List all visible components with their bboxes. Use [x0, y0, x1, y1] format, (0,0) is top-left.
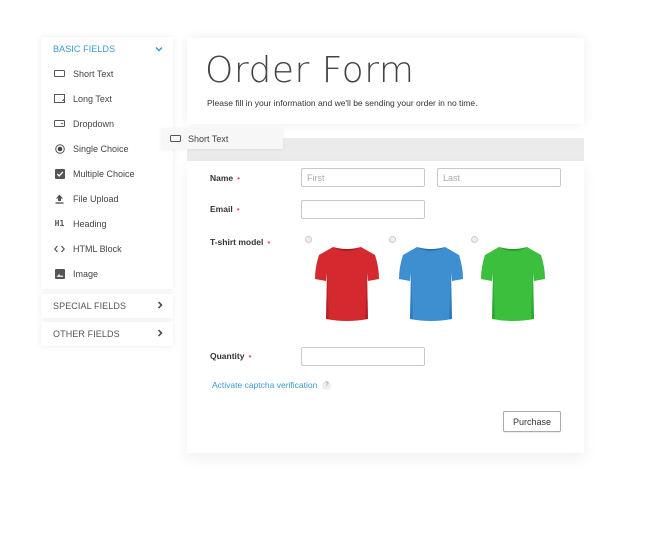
last-name-input[interactable]: [437, 168, 561, 187]
field-item-image[interactable]: Image: [41, 261, 173, 286]
name-label-text: Name: [210, 173, 234, 183]
green-tshirt-image[interactable]: [479, 243, 547, 323]
form-subtitle: Please fill in your information and we'l…: [207, 98, 478, 108]
image-icon: [54, 268, 65, 279]
required-marker: •: [237, 173, 241, 183]
email-input[interactable]: [301, 200, 425, 219]
chevron-down-icon: [155, 44, 163, 55]
form-title: Order Form: [205, 50, 415, 91]
chevron-right-icon: [157, 328, 163, 340]
special-fields-header[interactable]: SPECIAL FIELDS: [41, 294, 173, 318]
dropdown-icon: [54, 118, 65, 129]
blue-tshirt-body: [399, 247, 463, 321]
radio-icon: [54, 143, 65, 154]
red-tshirt-body: [315, 247, 379, 321]
field-item-label: Long Text: [73, 93, 112, 104]
blue-tshirt-radio[interactable]: [389, 236, 396, 243]
captcha-link-text[interactable]: Activate captcha verification: [212, 380, 317, 390]
required-marker: •: [267, 237, 271, 247]
field-item-dropdown[interactable]: Dropdown: [41, 111, 173, 136]
chevron-right-icon: [157, 300, 163, 312]
green-tshirt-radio[interactable]: [471, 236, 478, 243]
form-body-card: Name• Email• T-shirt model• Quantity• Ac…: [187, 161, 584, 453]
purchase-button[interactable]: Purchase: [503, 411, 561, 432]
field-item-label: Single Choice: [73, 143, 129, 154]
upload-icon: [54, 193, 65, 204]
field-item-heading[interactable]: H1 Heading: [41, 211, 173, 236]
field-palette-sidebar: BASIC FIELDS Short Text Long Text Dropdo…: [41, 37, 173, 346]
heading-icon: H1: [54, 219, 65, 228]
field-item-label: Dropdown: [73, 118, 115, 129]
quantity-input[interactable]: [301, 347, 425, 366]
required-marker: •: [248, 351, 252, 361]
special-fields-panel[interactable]: SPECIAL FIELDS: [41, 294, 173, 318]
other-fields-header[interactable]: OTHER FIELDS: [41, 322, 173, 346]
tshirt-model-label-text: T-shirt model: [210, 237, 264, 247]
field-item-label: File Upload: [73, 193, 119, 204]
code-icon: [54, 243, 65, 254]
quantity-label-text: Quantity: [210, 351, 245, 361]
basic-fields-title: BASIC FIELDS: [53, 44, 116, 54]
tshirt-model-label: T-shirt model •: [210, 237, 270, 247]
red-tshirt-radio[interactable]: [305, 236, 312, 243]
required-marker: •: [236, 204, 240, 214]
basic-fields-panel: BASIC FIELDS Short Text Long Text Dropdo…: [41, 37, 173, 289]
checkbox-icon: [54, 168, 65, 179]
short-text-icon: [170, 133, 181, 144]
field-item-short-text[interactable]: Short Text: [41, 61, 173, 86]
other-fields-panel[interactable]: OTHER FIELDS: [41, 322, 173, 346]
name-label: Name •: [210, 173, 240, 183]
field-item-multiple-choice[interactable]: Multiple Choice: [41, 161, 173, 186]
field-item-label: Short Text: [73, 68, 114, 79]
special-fields-title: SPECIAL FIELDS: [53, 301, 127, 311]
dragged-field-label: Short Text: [188, 133, 229, 144]
first-name-input[interactable]: [301, 168, 425, 187]
field-item-label: Multiple Choice: [73, 168, 135, 179]
field-item-label: HTML Block: [73, 243, 122, 254]
dragged-field-ghost[interactable]: Short Text: [161, 128, 283, 149]
captcha-link[interactable]: Activate captcha verification ?: [212, 380, 332, 390]
field-item-single-choice[interactable]: Single Choice: [41, 136, 173, 161]
field-item-label: Image: [73, 268, 99, 279]
blue-tshirt-image[interactable]: [397, 243, 465, 323]
email-label-text: Email: [210, 204, 233, 214]
green-tshirt-body: [481, 247, 545, 321]
quantity-label: Quantity •: [210, 351, 251, 361]
email-label: Email •: [210, 204, 240, 214]
field-item-long-text[interactable]: Long Text: [41, 86, 173, 111]
field-item-html-block[interactable]: HTML Block: [41, 236, 173, 261]
help-icon[interactable]: ?: [322, 380, 332, 390]
other-fields-title: OTHER FIELDS: [53, 329, 120, 339]
field-item-label: Heading: [73, 218, 107, 229]
basic-fields-list: Short Text Long Text Dropdown Single Cho…: [41, 61, 173, 286]
basic-fields-header[interactable]: BASIC FIELDS: [41, 37, 173, 61]
field-item-file-upload[interactable]: File Upload: [41, 186, 173, 211]
long-text-icon: [54, 93, 65, 104]
short-text-icon: [54, 68, 65, 79]
red-tshirt-image[interactable]: [313, 243, 381, 323]
form-header-card: Order Form Please fill in your informati…: [187, 38, 584, 124]
